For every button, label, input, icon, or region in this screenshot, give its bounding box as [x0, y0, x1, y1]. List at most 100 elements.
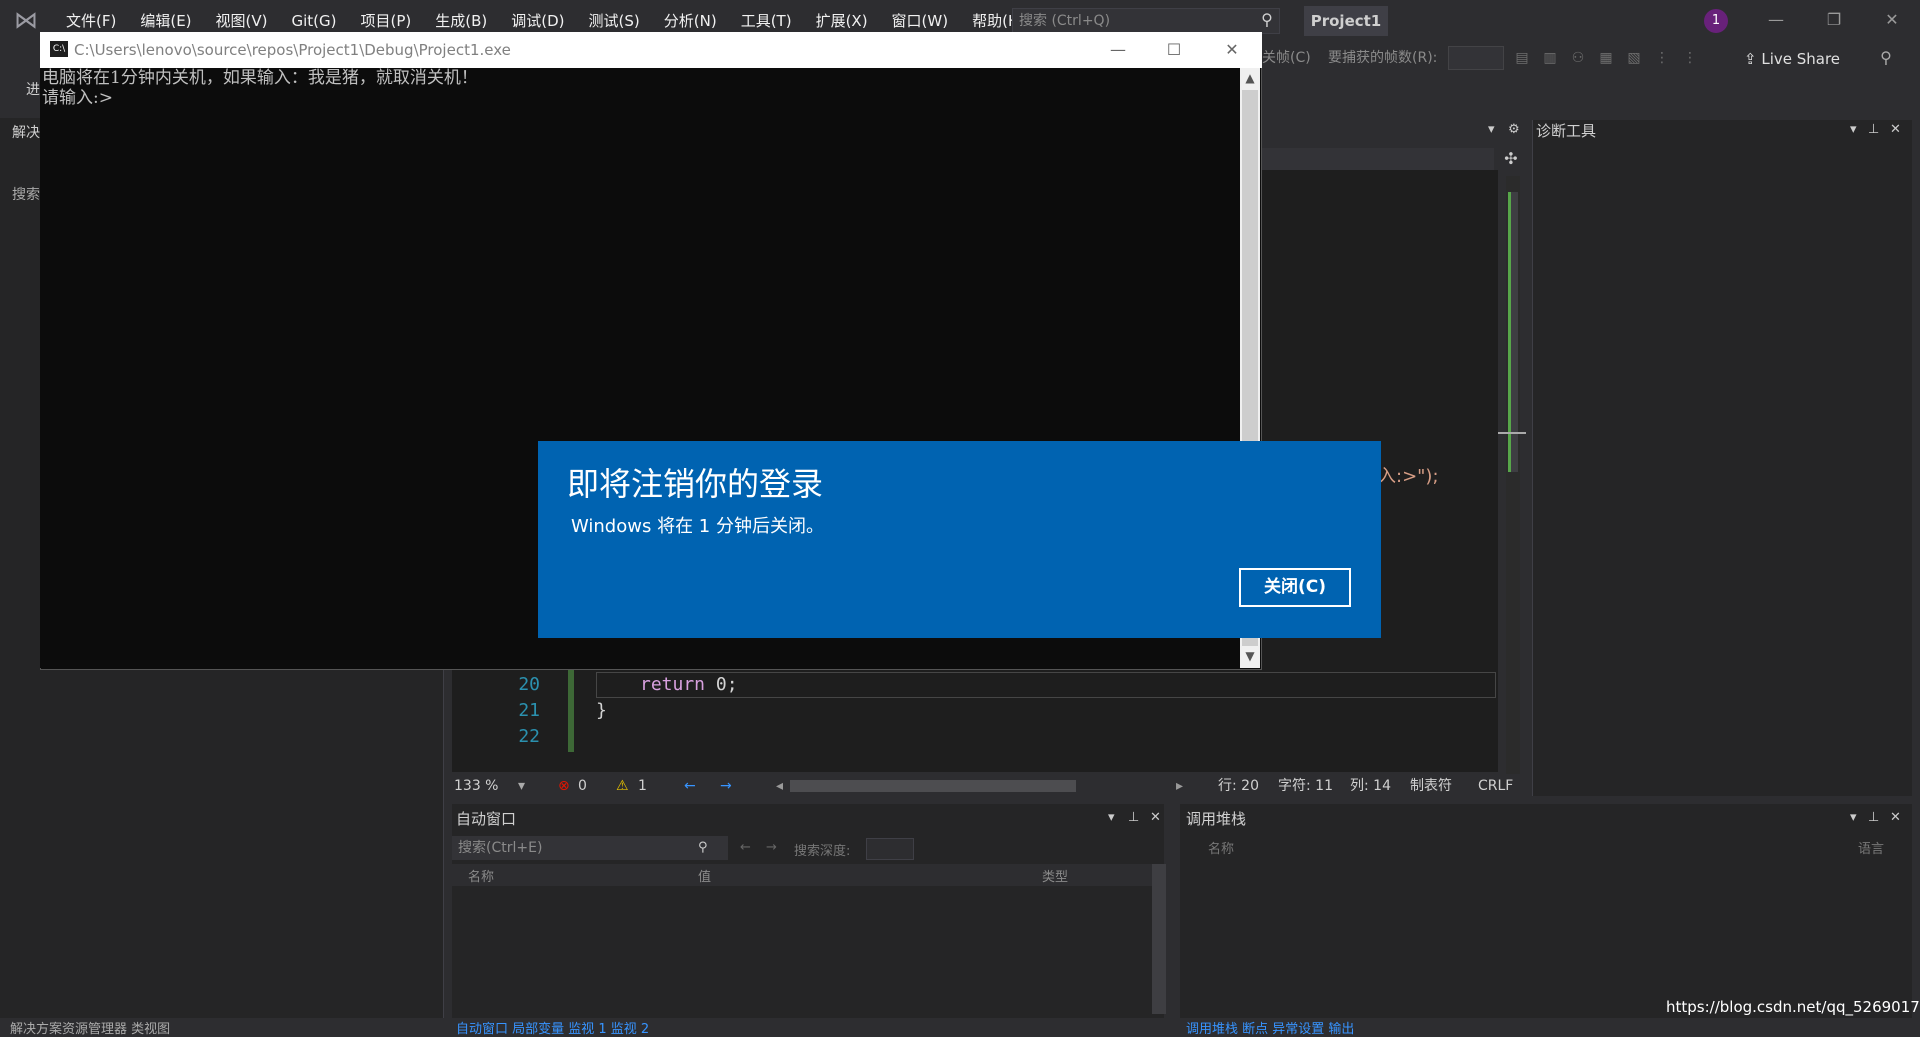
menu-git[interactable]: Git(G) — [280, 10, 349, 32]
line-number-20: 20 — [518, 674, 540, 695]
diag-close-icon[interactable]: ✕ — [1890, 122, 1901, 137]
dialog-title: 即将注销你的登录 — [567, 465, 824, 503]
live-share-button[interactable]: ⇪ Live Share — [1744, 48, 1840, 70]
console-app-icon: C:\ — [50, 41, 68, 57]
editor-scroll-thumb[interactable] — [1508, 192, 1518, 472]
share-icon: ⇪ — [1744, 50, 1762, 68]
callstack-col-name[interactable]: 名称 — [1208, 838, 1234, 857]
menu-analyze[interactable]: 分析(N) — [652, 10, 729, 32]
hscroll-right-icon[interactable]: ▸ — [1176, 776, 1183, 796]
watermark-url: https://blog.csdn.net/qq_52690179 — [1666, 998, 1920, 1016]
global-search-input[interactable]: 搜索 (Ctrl+Q) — [1012, 8, 1280, 34]
toolbar-tool-icon-3[interactable]: ⚇ — [1568, 46, 1588, 70]
toolbar-tool-icon-7[interactable]: ⋮ — [1680, 46, 1700, 70]
live-share-label: Live Share — [1761, 50, 1841, 68]
menu-tools[interactable]: 工具(T) — [729, 10, 804, 32]
menu-view[interactable]: 视图(V) — [204, 10, 280, 32]
toolbar-tool-icon-1[interactable]: ▤ — [1512, 46, 1532, 70]
nav-forward-icon[interactable]: → — [720, 776, 732, 796]
editor-dropdown-icon[interactable]: ▾ — [1488, 122, 1495, 137]
line-number-21: 21 — [518, 700, 540, 721]
callstack-close-icon[interactable]: ✕ — [1890, 810, 1901, 825]
search-depth-label: 搜索深度: — [794, 844, 851, 859]
solution-explorer-title: 解决 — [12, 125, 40, 141]
code-line-21[interactable]: } — [596, 700, 607, 721]
search-depth-select[interactable] — [866, 838, 914, 860]
callstack-col-lang[interactable]: 语言 — [1858, 838, 1884, 857]
left-bottom-tabs[interactable]: 解决方案资源管理器 类视图 — [10, 1018, 170, 1037]
autos-forward-icon[interactable]: → — [766, 840, 777, 855]
console-minimize-icon[interactable]: — — [1096, 36, 1140, 64]
feedback-icon[interactable]: ⚲ — [1874, 46, 1898, 70]
split-view-icon[interactable]: ✣ — [1500, 148, 1522, 170]
autos-dropdown-icon[interactable]: ▾ — [1108, 810, 1115, 825]
autos-col-value[interactable]: 值 — [698, 866, 711, 885]
callstack-dropdown-icon[interactable]: ▾ — [1850, 810, 1857, 825]
autos-back-icon[interactable]: ← — [740, 840, 751, 855]
menu-window[interactable]: 窗口(W) — [880, 10, 961, 32]
return-keyword: return — [640, 674, 706, 695]
callstack-bottom-tabs[interactable]: 调用堆栈 断点 异常设置 输出 — [1186, 1018, 1354, 1037]
search-icon[interactable]: ⚲ — [1256, 9, 1278, 31]
cursor-char: 字符: 11 — [1278, 778, 1333, 794]
autos-col-name[interactable]: 名称 — [468, 866, 494, 885]
warning-count[interactable]: 1 — [638, 776, 647, 796]
diag-dropdown-icon[interactable]: ▾ — [1850, 122, 1857, 137]
call-stack-panel — [1180, 804, 1912, 1018]
menu-edit[interactable]: 编辑(E) — [128, 10, 203, 32]
indent-mode[interactable]: 制表符 — [1410, 776, 1452, 796]
close-icon[interactable]: ✕ — [1872, 6, 1912, 34]
project-name-badge[interactable]: Project1 — [1304, 6, 1388, 36]
autos-bottom-tabs[interactable]: 自动窗口 局部变量 监视 1 监视 2 — [456, 1018, 649, 1037]
line-ending[interactable]: CRLF — [1478, 776, 1513, 796]
horizontal-scroll-thumb[interactable] — [790, 780, 1076, 792]
menu-build[interactable]: 生成(B) — [423, 10, 499, 32]
zoom-level[interactable]: 133 % — [454, 776, 498, 796]
minimize-icon[interactable]: — — [1756, 6, 1796, 34]
visual-studio-logo-icon[interactable]: ⋈ — [10, 6, 42, 34]
console-scroll-up-icon[interactable]: ▲ — [1240, 68, 1260, 88]
callstack-pin-icon[interactable]: ⊥ — [1868, 810, 1879, 825]
code-line-20[interactable]: return 0; — [640, 674, 738, 695]
diag-pin-icon[interactable]: ⊥ — [1868, 122, 1879, 137]
cursor-col: 列: 14 — [1350, 778, 1391, 794]
toolbar-tool-icon-5[interactable]: ▧ — [1624, 46, 1644, 70]
console-line-2: 请输入:> — [42, 88, 113, 108]
editor-settings-icon[interactable]: ⚙ — [1508, 122, 1520, 137]
capture-frame-label[interactable]: 关帧(C) — [1262, 48, 1311, 68]
menu-debug[interactable]: 调试(D) — [499, 10, 576, 32]
autos-title: 自动窗口 — [456, 810, 517, 828]
toolbar-tool-icon-4[interactable]: ▦ — [1596, 46, 1616, 70]
dialog-message: Windows 将在 1 分钟后关闭。 — [571, 516, 824, 537]
autos-pin-icon[interactable]: ⊥ — [1128, 810, 1139, 825]
autos-search-icon[interactable]: ⚲ — [698, 840, 708, 855]
autos-close-icon[interactable]: ✕ — [1150, 810, 1161, 825]
console-title: C:\Users\lenovo\source\repos\Project1\De… — [74, 41, 511, 59]
hscroll-left-icon[interactable]: ◂ — [776, 776, 783, 796]
error-count[interactable]: 0 — [578, 776, 587, 796]
call-stack-title: 调用堆栈 — [1186, 810, 1247, 828]
return-value: 0; — [705, 674, 738, 695]
toolbar-tool-icon-6[interactable]: ⋮ — [1652, 46, 1672, 70]
autos-scrollbar[interactable] — [1152, 864, 1166, 1014]
frames-to-capture-input[interactable] — [1448, 46, 1504, 70]
toolbar-tool-icon-2[interactable]: ▥ — [1540, 46, 1560, 70]
console-close-icon[interactable]: ✕ — [1210, 36, 1254, 64]
menu-items: 文件(F) 编辑(E) 视图(V) Git(G) 项目(P) 生成(B) 调试(… — [54, 10, 1037, 32]
console-maximize-icon[interactable]: ☐ — [1152, 36, 1196, 64]
notification-badge[interactable]: 1 — [1704, 9, 1728, 33]
dialog-close-button[interactable]: 关闭(C) — [1239, 568, 1351, 607]
solution-search-label[interactable]: 搜索 — [12, 184, 40, 204]
line-number-22: 22 — [518, 726, 540, 747]
console-scroll-down-icon[interactable]: ▼ — [1240, 646, 1260, 666]
cursor-row: 行: 20 — [1218, 778, 1259, 794]
zoom-dropdown-icon[interactable]: ▾ — [518, 776, 525, 796]
menu-file[interactable]: 文件(F) — [54, 10, 128, 32]
autos-col-type[interactable]: 类型 — [1042, 866, 1068, 885]
menu-project[interactable]: 项目(P) — [349, 10, 424, 32]
autos-search-input[interactable]: 搜索(Ctrl+E) — [452, 836, 728, 860]
restore-icon[interactable]: ❐ — [1814, 6, 1854, 34]
menu-test[interactable]: 测试(S) — [577, 10, 652, 32]
menu-extensions[interactable]: 扩展(X) — [804, 10, 880, 32]
nav-back-icon[interactable]: ← — [684, 776, 696, 796]
